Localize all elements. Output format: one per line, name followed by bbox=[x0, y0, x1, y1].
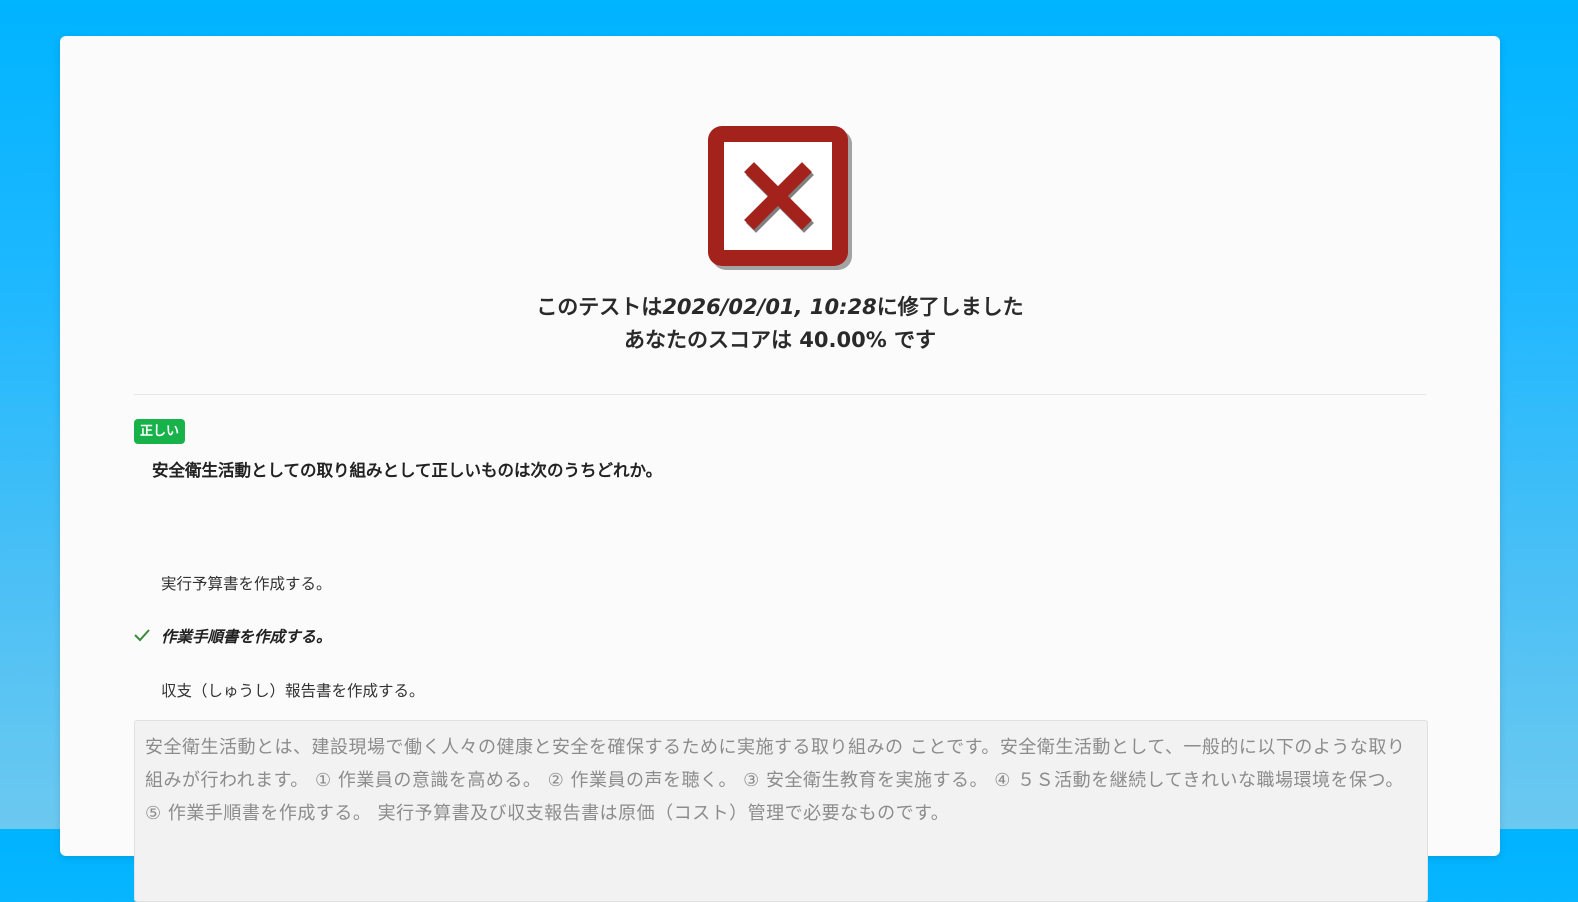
explanation-box: 安全衛生活動とは、建設現場で働く人々の健康と安全を確保するために実施する取り組み… bbox=[134, 720, 1428, 902]
completion-message: このテストは2026/02/01, 10:28に修了しました bbox=[60, 291, 1500, 321]
completion-suffix: に修了しました bbox=[876, 295, 1024, 319]
completion-prefix: このテストは bbox=[536, 295, 663, 319]
option-1: 実行予算書を作成する。 bbox=[161, 575, 332, 593]
divider bbox=[134, 394, 1426, 395]
score-message: あなたのスコアは 40.00% です bbox=[60, 324, 1500, 354]
red-x-icon bbox=[708, 126, 852, 270]
option-2-correct: 作業手順書を作成する。 bbox=[161, 628, 332, 646]
option-3: 収支（しゅうし）報告書を作成する。 bbox=[161, 682, 425, 700]
score-suffix: です bbox=[886, 328, 937, 352]
question-text: 安全衛生活動としての取り組みとして正しいものは次のうちどれか。 bbox=[152, 461, 663, 480]
score-value: 40.00% bbox=[799, 328, 887, 352]
check-icon bbox=[134, 629, 150, 642]
completion-datetime: 2026/02/01, 10:28 bbox=[662, 295, 877, 319]
score-prefix: あなたのスコアは bbox=[623, 328, 800, 352]
correct-badge: 正しい bbox=[134, 419, 186, 444]
result-card: このテストは2026/02/01, 10:28に修了しました あなたのスコアは … bbox=[60, 36, 1500, 902]
